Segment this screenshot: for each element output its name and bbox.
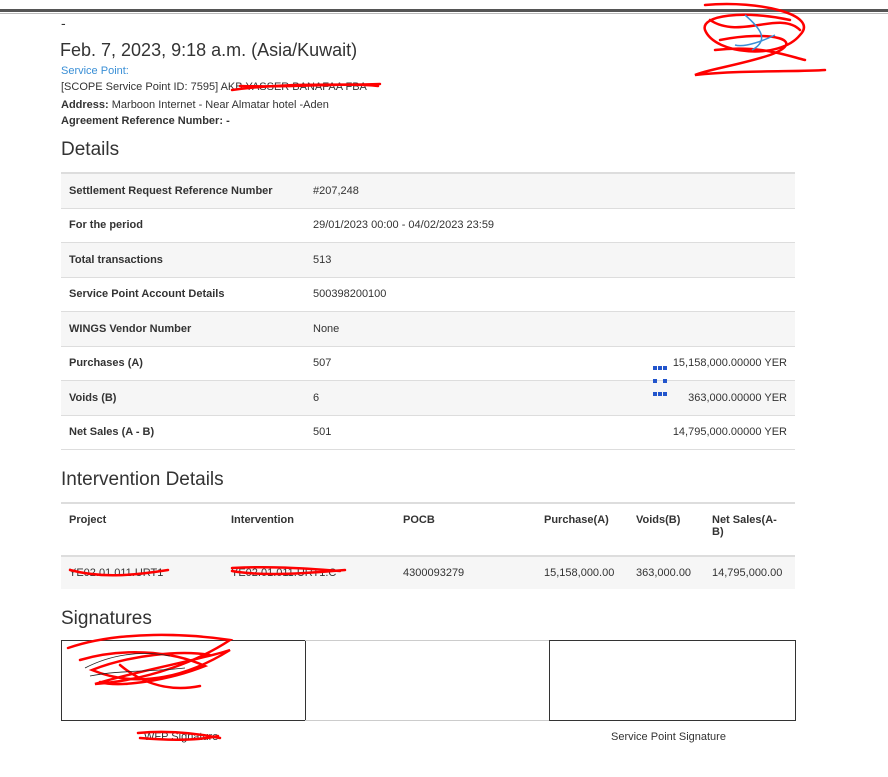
col-pocb: POCB: [395, 503, 536, 557]
row-value: 29/01/2023 00:00 - 04/02/2023 23:59: [305, 208, 621, 243]
agreement-line: Agreement Reference Number: -: [61, 115, 230, 127]
table-row: WINGS Vendor Number None: [61, 311, 795, 347]
address-line: Address: Marboon Internet - Near Almatar…: [61, 99, 329, 111]
wfp-signature-label: WFP Signature: [144, 731, 219, 743]
row-label: For the period: [61, 208, 305, 243]
row-value: 500398200100: [305, 277, 621, 312]
row-label: Service Point Account Details: [61, 277, 305, 312]
details-table: Settlement Request Reference Number #207…: [61, 172, 795, 450]
row-amount: [621, 242, 795, 278]
service-point-signature-box: [549, 640, 796, 721]
row-amount: 15,158,000.00000 YER: [621, 346, 795, 381]
col-intervention: Intervention: [223, 503, 395, 557]
wfp-signature-box: [61, 640, 306, 721]
table-row: Total transactions 513: [61, 242, 795, 278]
service-point-id: [SCOPE Service Point ID: 7595] AKB YASSE…: [61, 81, 367, 93]
row-amount: [621, 311, 795, 347]
row-label: WINGS Vendor Number: [61, 311, 305, 347]
agreement-value: -: [226, 115, 230, 127]
table-row: Service Point Account Details 5003982001…: [61, 277, 795, 312]
intervention-table: Project Intervention POCB Purchase(A) Vo…: [61, 502, 795, 589]
row-amount: 363,000.00000 YER: [621, 380, 795, 416]
row-value: 501: [305, 415, 621, 450]
address-label: Address:: [61, 99, 109, 111]
row-value: #207,248: [305, 173, 621, 209]
table-row: Voids (B) 6 363,000.00000 YER: [61, 380, 795, 416]
row-amount: 14,795,000.00000 YER: [621, 415, 795, 450]
col-voids: Voids(B): [628, 503, 704, 557]
cell-project: YE02.01.011.URT1: [61, 556, 223, 589]
table-row: Settlement Request Reference Number #207…: [61, 173, 795, 209]
logo-fragment: [734, 14, 776, 51]
table-row: YE02.01.011.URT1 YE02.01.011.URT1.C 4300…: [61, 556, 795, 589]
table-row: For the period 29/01/2023 00:00 - 04/02/…: [61, 208, 795, 243]
row-value: None: [305, 311, 621, 347]
agreement-label: Agreement Reference Number:: [61, 115, 223, 127]
row-label: Total transactions: [61, 242, 305, 278]
cell-purchase: 15,158,000.00: [536, 556, 628, 589]
row-label: Settlement Request Reference Number: [61, 173, 305, 209]
cell-intervention: YE02.01.011.URT1.C: [223, 556, 395, 589]
row-label: Net Sales (A - B): [61, 415, 305, 450]
middle-signature-box: [305, 640, 549, 721]
cell-voids: 363,000.00: [628, 556, 704, 589]
row-value: 507: [305, 346, 621, 381]
row-amount: [621, 277, 795, 312]
report-date: Feb. 7, 2023, 9:18 a.m. (Asia/Kuwait): [60, 40, 358, 60]
selection-handles-icon[interactable]: [653, 366, 667, 396]
row-label: Voids (B): [61, 380, 305, 416]
cell-net-sales: 14,795,000.00: [704, 556, 795, 589]
col-net-sales: Net Sales(A-B): [704, 503, 795, 557]
col-project: Project: [61, 503, 223, 557]
cell-pocb: 4300093279: [395, 556, 536, 589]
table-row: Purchases (A) 507 15,158,000.00000 YER: [61, 346, 795, 381]
top-rule: [0, 9, 888, 12]
address-value: Marboon Internet - Near Almatar hotel -A…: [111, 99, 329, 111]
intervention-heading: Intervention Details: [61, 469, 224, 490]
row-label: Purchases (A): [61, 346, 305, 381]
top-rule-shadow: [0, 13, 888, 14]
service-point-label: Service Point:: [61, 65, 129, 77]
signatures-heading: Signatures: [61, 608, 152, 629]
col-purchase: Purchase(A): [536, 503, 628, 557]
row-value: 6: [305, 380, 621, 416]
header-dash: -: [61, 15, 66, 31]
row-amount: [621, 173, 795, 209]
details-heading: Details: [61, 139, 120, 160]
service-point-signature-label: Service Point Signature: [611, 731, 726, 743]
table-row: Net Sales (A - B) 501 14,795,000.00000 Y…: [61, 415, 795, 450]
row-amount: [621, 208, 795, 243]
row-value: 513: [305, 242, 621, 278]
table-header-row: Project Intervention POCB Purchase(A) Vo…: [61, 503, 795, 557]
